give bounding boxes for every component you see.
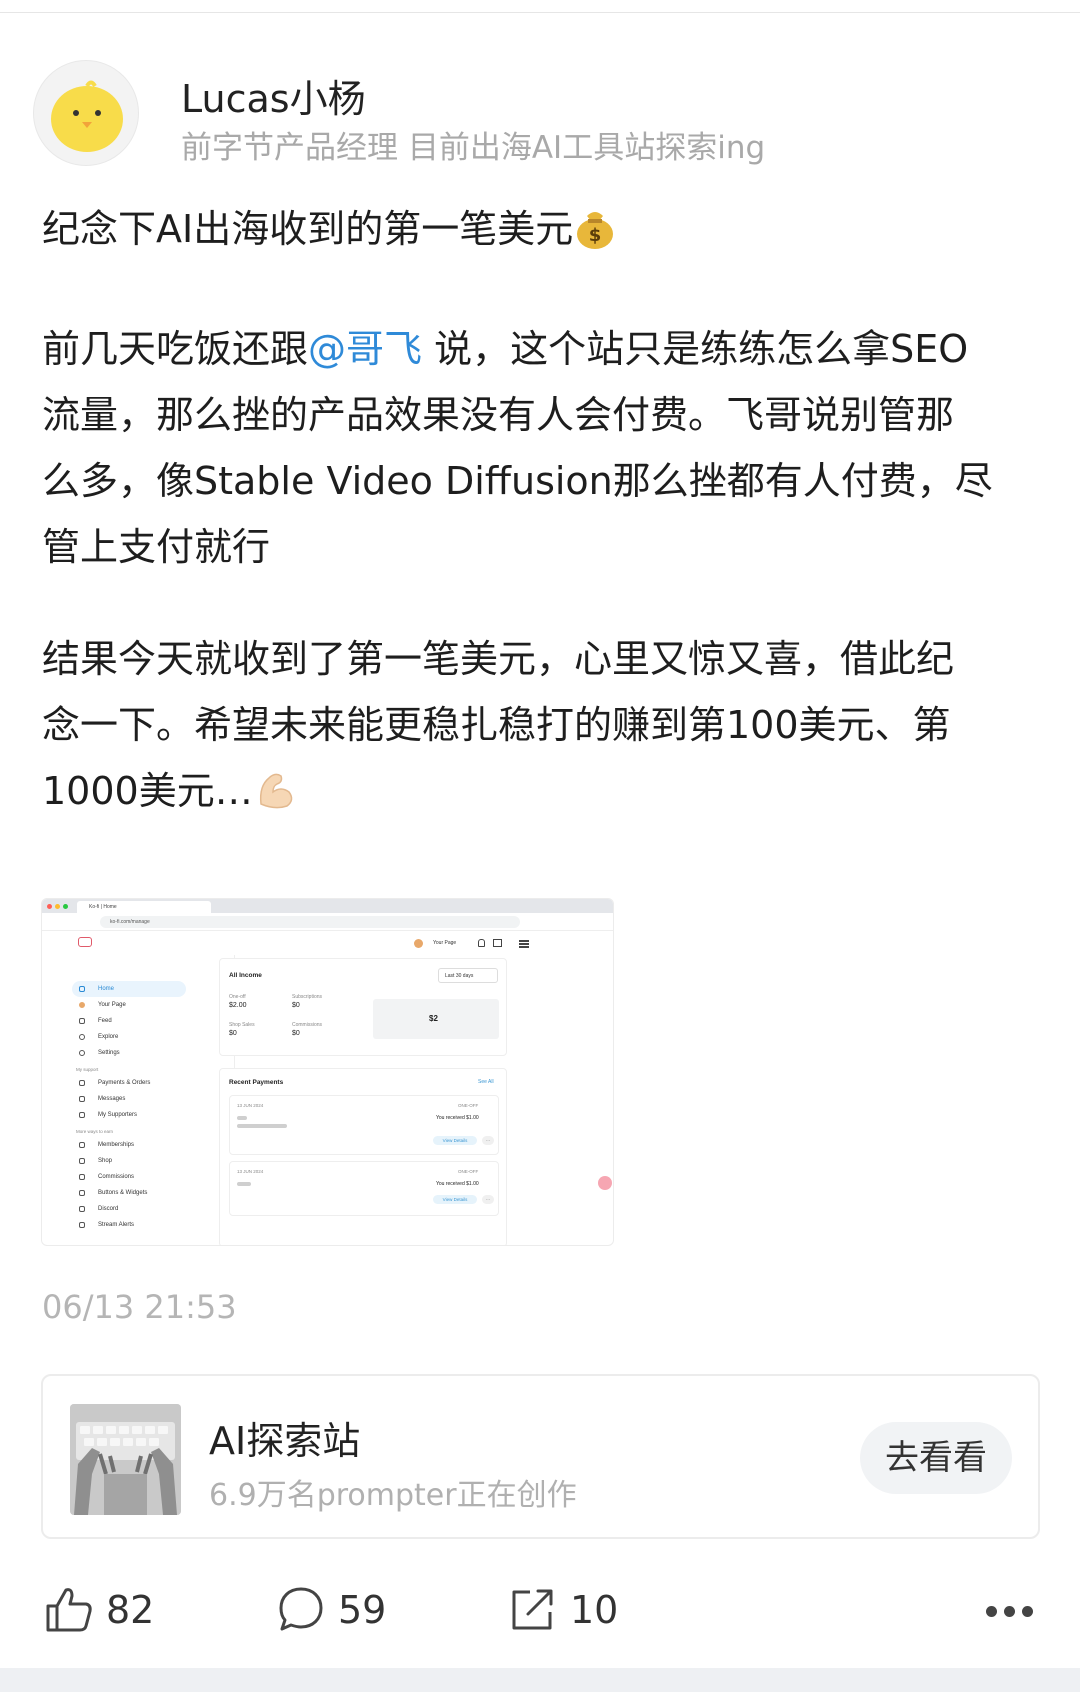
post-text: 么多，像Stable Video Diffusion那么挫都有人付费，尽 xyxy=(42,459,993,503)
author-name[interactable]: Lucas小杨 xyxy=(181,68,366,123)
range-select: Last 30 days xyxy=(438,968,498,983)
money-bag-icon: $ xyxy=(577,212,614,249)
thumbs-up-icon xyxy=(46,1588,92,1632)
topic-thumbnail xyxy=(70,1404,181,1515)
side-item-shop: Shop xyxy=(72,1153,232,1169)
side-item-feed: Feed xyxy=(72,1013,232,1029)
post-text: 念一下。希望未来能更稳扎稳打的赚到第100美元、第 xyxy=(42,703,951,747)
side-item-stream-alerts: Stream Alerts xyxy=(72,1217,232,1233)
floating-help-icon xyxy=(598,1176,612,1190)
your-page-link: Your Page xyxy=(433,940,457,946)
side-item-discord: Discord xyxy=(72,1201,232,1217)
yellow-chick-icon xyxy=(51,80,123,152)
subs-value: $0 xyxy=(292,1002,300,1009)
side-item-buttons-widgets: Buttons & Widgets xyxy=(72,1185,232,1201)
subs-label: Subscriptions xyxy=(292,994,323,1000)
flexed-biceps-icon xyxy=(259,773,292,809)
post-paragraph-2: 前几天吃饭还跟@哥飞 说，这个站只是练练怎么拿SEO 流量，那么挫的产品效果没有… xyxy=(42,316,1042,580)
browser-tabbar: Ko-fi | Home xyxy=(42,899,613,913)
share-count: 10 xyxy=(570,1588,619,1632)
recent-title: Recent Payments xyxy=(229,1079,284,1086)
sidebar-heading: My support xyxy=(76,1067,99,1072)
post-text: 流量，那么挫的产品效果没有人会付费。飞哥说别管那 xyxy=(42,393,955,437)
home-icon xyxy=(493,939,502,947)
window-minimize-dot xyxy=(55,904,60,909)
total-box: $2 xyxy=(373,999,499,1039)
sidebar-heading: More ways to earn xyxy=(76,1129,114,1134)
side-item-home: Home xyxy=(72,981,186,997)
window-close-dot xyxy=(47,904,52,909)
post-text: 说，这个站只是练练怎么拿SEO xyxy=(422,327,969,371)
bottom-strip xyxy=(0,1668,1080,1692)
post-paragraph-3: 结果今天就收到了第一笔美元，心里又惊又喜，借此纪 念一下。希望未来能更稳扎稳打的… xyxy=(42,626,1042,824)
post-text: 结果今天就收到了第一笔美元，心里又惊又喜，借此纪 xyxy=(42,637,955,681)
topic-title[interactable]: AI探索站 xyxy=(209,1410,360,1465)
comm-label: Commissions xyxy=(292,1022,323,1028)
svg-text:$: $ xyxy=(589,225,602,246)
more-options-icon[interactable] xyxy=(986,1606,1034,1618)
income-title: All Income xyxy=(229,972,262,979)
avatar[interactable] xyxy=(33,60,139,166)
url-field: ko-fi.com/manage xyxy=(100,916,520,928)
comm-value: $0 xyxy=(292,1030,300,1037)
topic-subtitle: 6.9万名prompter正在创作 xyxy=(209,1478,577,1513)
robot-hands-keyboard-image xyxy=(70,1404,181,1515)
shop-label: Shop Sales xyxy=(229,1022,255,1028)
post-text: 纪念下AI出海收到的第一笔美元 xyxy=(42,207,574,251)
payment-row: 13 JUN 2024 ONE-OFF You received $1.00 V… xyxy=(229,1161,499,1216)
like-count: 82 xyxy=(106,1588,155,1632)
side-item-explore: Explore xyxy=(72,1029,232,1045)
go-see-button[interactable]: 去看看 xyxy=(860,1422,1012,1494)
side-item-commissions: Commissions xyxy=(72,1169,232,1185)
side-item-supporters: My Supporters xyxy=(72,1107,232,1123)
post-text: 1000美元… xyxy=(42,769,253,813)
author-header: Lucas小杨 前字节产品经理 目前出海AI工具站探索ing xyxy=(33,60,1033,170)
side-item-settings: Settings xyxy=(72,1045,232,1061)
post-text: 前几天吃饭还跟 xyxy=(42,327,309,371)
one-off-label: One-off xyxy=(229,994,246,1000)
bell-icon xyxy=(478,939,485,947)
side-item-payments: Payments & Orders xyxy=(72,1075,232,1091)
browser-tab: Ko-fi | Home xyxy=(77,901,211,913)
one-off-value: $2.00 xyxy=(229,1002,247,1009)
topic-card[interactable]: AI探索站 6.9万名prompter正在创作 去看看 xyxy=(41,1374,1040,1539)
top-divider xyxy=(0,12,1080,13)
payment-row: 13 JUN 2024 ONE-OFF You received $1.00 V… xyxy=(229,1095,499,1155)
income-card: All Income Last 30 days One-off $2.00 Su… xyxy=(219,958,507,1056)
mention-link[interactable]: @哥飞 xyxy=(308,327,422,371)
recent-payments-card: Recent Payments See All 13 JUN 2024 ONE-… xyxy=(219,1068,507,1245)
post-text: 管上支付就行 xyxy=(42,525,271,569)
post-paragraph-1: 纪念下AI出海收到的第一笔美元 $ xyxy=(42,196,1042,262)
kofi-sidebar: Home Your Page Feed Explore Settings My … xyxy=(72,981,232,1233)
comment-bubble-icon xyxy=(279,1587,323,1631)
post-timestamp: 06/13 21:53 xyxy=(42,1288,237,1326)
share-icon xyxy=(512,1589,553,1630)
menu-icon xyxy=(519,940,529,942)
side-item-your-page: Your Page xyxy=(72,997,232,1013)
kofi-logo-icon xyxy=(78,937,92,947)
side-item-messages: Messages xyxy=(72,1091,232,1107)
browser-address-bar: ko-fi.com/manage xyxy=(42,913,613,931)
author-bio: 前字节产品经理 目前出海AI工具站探索ing xyxy=(181,130,766,166)
shop-value: $0 xyxy=(229,1030,237,1037)
post-image-screenshot[interactable]: Ko-fi | Home ko-fi.com/manage Your Page … xyxy=(41,898,614,1246)
window-zoom-dot xyxy=(63,904,68,909)
see-all-link: See All xyxy=(478,1079,494,1085)
side-item-memberships: Memberships xyxy=(72,1137,232,1153)
profile-avatar-icon xyxy=(414,939,423,948)
comment-count: 59 xyxy=(338,1588,387,1632)
action-bar: 82 59 10 xyxy=(0,1570,1080,1650)
